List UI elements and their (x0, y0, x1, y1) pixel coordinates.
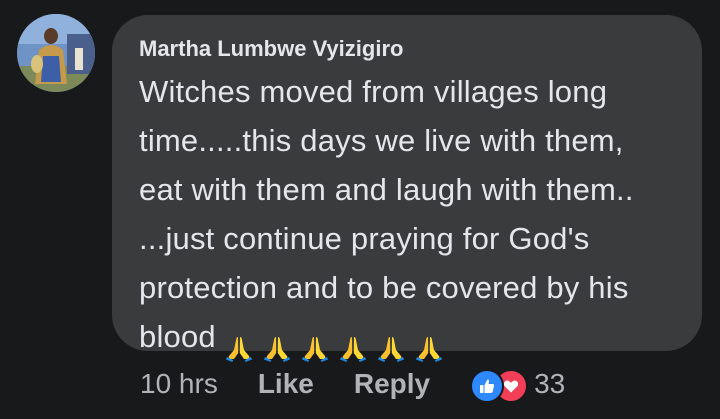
pray-emoji-row (224, 316, 452, 365)
pray-emoji (262, 328, 292, 362)
pray-emoji (224, 328, 254, 362)
comment-line: Witches moved from villages long (139, 74, 608, 109)
comment-line: time.....this days we live with them, (139, 123, 624, 158)
comment-text: Witches moved from villages long time...… (139, 67, 699, 365)
comment-author-name[interactable]: Martha Lumbwe Vyizigiro (139, 36, 403, 62)
comment-line: eat with them and laugh with them.. (139, 172, 634, 207)
reaction-icons (470, 367, 529, 403)
pray-emoji (338, 328, 368, 362)
like-icon (470, 369, 505, 403)
avatar-photo (17, 14, 95, 92)
reaction-summary[interactable]: 33 (470, 367, 566, 403)
pray-emoji (376, 328, 406, 362)
pray-emoji (414, 328, 444, 362)
comment-line: protection and to be covered by his (139, 270, 629, 305)
comment-line: ...just continue praying for God's (139, 221, 590, 256)
comment-thread-item: Martha Lumbwe Vyizigiro Witches moved fr… (0, 0, 720, 419)
like-button[interactable]: Like (258, 368, 314, 400)
pray-emoji (300, 328, 330, 362)
avatar[interactable] (17, 14, 95, 92)
comment-bubble: Martha Lumbwe Vyizigiro Witches moved fr… (112, 15, 702, 362)
reaction-count: 33 (534, 368, 566, 399)
comment-timestamp[interactable]: 10 hrs (140, 368, 218, 400)
reply-button[interactable]: Reply (354, 368, 430, 400)
comment-actions: 10 hrs Like Reply 33 (140, 364, 565, 404)
comment-line-last: blood (139, 312, 699, 365)
comment-line: blood (139, 319, 216, 354)
